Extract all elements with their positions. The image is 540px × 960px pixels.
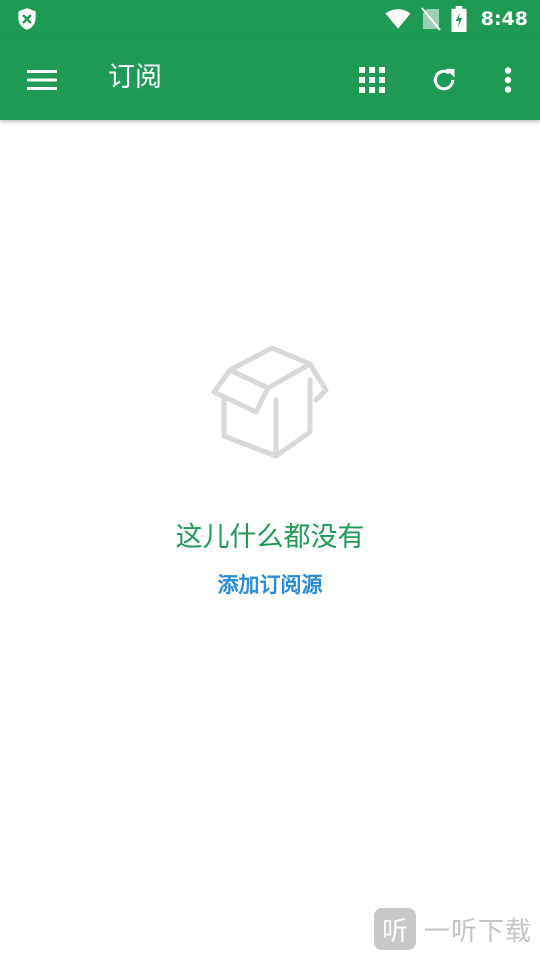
status-icons: 8:48 (385, 0, 528, 38)
app-bar: 订阅 (0, 38, 540, 120)
no-sim-icon (420, 7, 441, 31)
add-subscription-link[interactable]: 添加订阅源 (0, 568, 540, 602)
refresh-button[interactable] (422, 58, 466, 102)
menu-button[interactable] (22, 60, 62, 100)
more-vert-icon (504, 67, 512, 93)
grid-view-button[interactable] (350, 58, 394, 102)
wifi-icon (385, 9, 411, 29)
status-time: 8:48 (480, 8, 528, 30)
empty-box-icon (211, 345, 329, 459)
refresh-icon (433, 68, 455, 91)
menu-icon (27, 70, 57, 90)
empty-message: 这儿什么都没有 (175, 522, 365, 553)
shield-icon (18, 8, 36, 30)
watermark-logo: 听 (373, 908, 416, 950)
watermark-text: 一听下载 (423, 916, 532, 947)
watermark: 听 一听下载 (350, 898, 540, 960)
more-options-button[interactable] (486, 58, 530, 102)
grid-icon (359, 67, 385, 93)
battery-charging-icon (451, 6, 467, 32)
status-bar: 8:48 (0, 0, 540, 38)
page-title: 订阅 (108, 62, 162, 93)
screen: 8:48 订阅 这儿什么都没有 添加订阅源 听 一听下载 (0, 0, 540, 960)
